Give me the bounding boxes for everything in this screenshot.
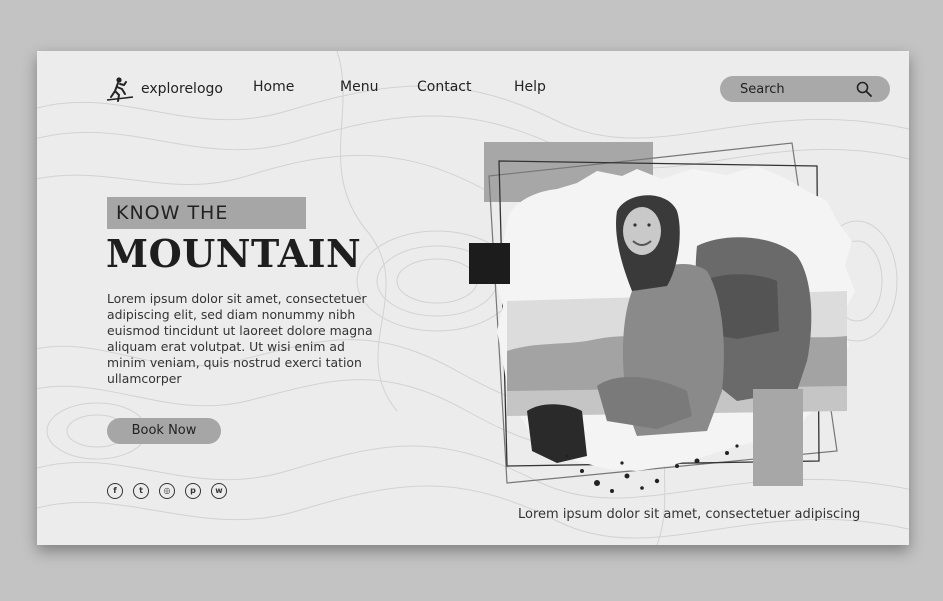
nav-home[interactable]: Home	[253, 79, 294, 95]
book-now-button[interactable]: Book Now	[107, 418, 221, 444]
logo-text: explorelogo	[141, 81, 223, 97]
twitter-icon[interactable]: t	[133, 483, 149, 499]
search-label: Search	[740, 81, 785, 97]
whatsapp-icon[interactable]: w	[211, 483, 227, 499]
photo-caption: Lorem ipsum dolor sit amet, consectetuer…	[518, 507, 861, 522]
hero-body-text: Lorem ipsum dolor sit amet, consectetuer…	[107, 291, 373, 386]
nav-contact[interactable]: Contact	[417, 79, 471, 95]
landing-page-card: explorelogo Home Menu Contact Help Searc…	[37, 51, 909, 545]
nav-help[interactable]: Help	[514, 79, 546, 95]
search-bar[interactable]: Search	[720, 76, 890, 102]
facebook-icon[interactable]: f	[107, 483, 123, 499]
hiker-logo-icon	[106, 77, 134, 102]
hero-kicker: KNOW THE	[116, 202, 229, 224]
instagram-icon[interactable]: ◎	[159, 483, 175, 499]
pinterest-icon[interactable]: p	[185, 483, 201, 499]
search-icon[interactable]	[856, 81, 872, 97]
nav-menu[interactable]: Menu	[340, 79, 378, 95]
social-links: f t ◎ p w	[107, 483, 227, 499]
hero-title: MOUNTAIN	[106, 231, 362, 276]
logo[interactable]: explorelogo	[105, 75, 223, 103]
